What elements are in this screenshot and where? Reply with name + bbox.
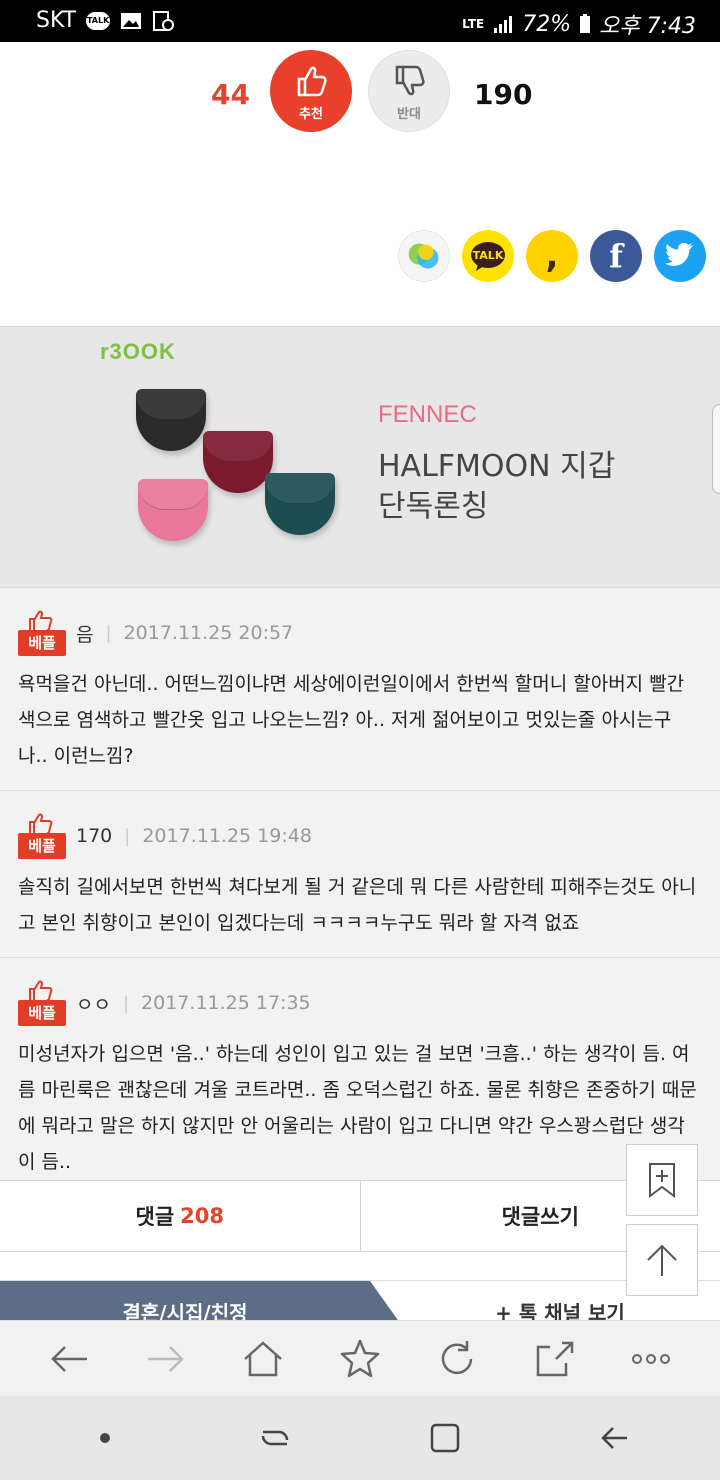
arrow-up-icon <box>647 1244 677 1276</box>
best-comment-label: 베플 <box>18 1000 66 1026</box>
facebook-share-button[interactable]: f <box>590 230 642 282</box>
wallet-image <box>138 479 208 541</box>
upvote-count: 44 <box>211 78 250 111</box>
comments-label: 댓글 <box>135 1205 175 1229</box>
best-comment-label: 베플 <box>18 630 66 656</box>
comment-author[interactable]: 음 <box>76 620 93 647</box>
network-type: LTE <box>462 17 485 31</box>
comment-author[interactable]: ㅇㅇ <box>76 990 111 1017</box>
comment-action-bar: 댓글 208 댓글쓰기 <box>0 1180 720 1252</box>
thumbs-down-icon <box>395 65 425 95</box>
bookmark-add-icon <box>649 1163 675 1198</box>
best-comment-badge: 베플 <box>18 980 66 1026</box>
scroll-top-button[interactable] <box>626 1224 698 1296</box>
wallet-image <box>203 431 273 493</box>
star-icon[interactable] <box>338 1337 382 1381</box>
home-button-icon[interactable] <box>427 1420 463 1456</box>
more-options-icon[interactable] <box>629 1337 673 1381</box>
thumbs-up-icon <box>29 610 53 632</box>
divider: | <box>122 992 130 1014</box>
clock: 오후 7:43 <box>599 14 696 39</box>
ad-subtitle: 단독론칭 <box>378 489 489 524</box>
share-bar: TALK , f <box>398 230 706 282</box>
back-button-icon[interactable] <box>597 1420 633 1456</box>
wallet-image <box>136 389 206 451</box>
back-arrow-icon[interactable] <box>47 1337 91 1381</box>
comment-date: 2017.11.25 17:35 <box>141 992 311 1014</box>
scroll-handle[interactable] <box>712 404 720 494</box>
recent-apps-icon[interactable] <box>257 1420 293 1456</box>
comment-date: 2017.11.25 20:57 <box>123 622 294 644</box>
wallet-image <box>265 473 335 535</box>
best-comment-label: 베플 <box>18 833 66 859</box>
band-share-button[interactable] <box>398 230 450 282</box>
twitter-share-button[interactable] <box>654 230 706 282</box>
downvote-count: 190 <box>474 78 533 111</box>
divider: | <box>105 622 112 644</box>
view-comments-button[interactable]: 댓글 208 <box>0 1181 360 1251</box>
ad-brand: FENNEC <box>378 401 477 428</box>
refresh-icon[interactable] <box>435 1337 479 1381</box>
downvote-label: 반대 <box>397 106 421 122</box>
comment-date: 2017.11.25 19:48 <box>142 825 312 847</box>
thumbs-up-icon <box>29 980 53 1002</box>
forward-arrow-icon[interactable] <box>144 1337 188 1381</box>
twitter-icon <box>664 242 693 266</box>
comment-text: 욕먹을건 아닌데.. 어떤느낌이냐면 세상에이런일이에서 한번씩 할머니 할아버… <box>18 673 685 767</box>
divider: | <box>124 825 131 847</box>
comment-item: 베플 음 | 2017.11.25 20:57 욕먹을건 아닌데.. 어떤느낌이… <box>0 588 720 791</box>
signal-icon <box>492 14 514 34</box>
write-comment-label: 댓글쓰기 <box>501 1205 579 1229</box>
band-icon <box>408 243 439 269</box>
thumbs-up-icon <box>29 813 53 835</box>
best-comments-list: 베플 음 | 2017.11.25 20:57 욕먹을건 아닌데.. 어떤느낌이… <box>0 588 720 1196</box>
kakaotalk-label: TALK <box>472 248 504 262</box>
ad-logo: r3OOK <box>100 339 176 364</box>
screenshot-notification-icon <box>152 10 175 31</box>
comment-text: 솔직히 길에서보면 한번씩 쳐다보게 될 거 같은데 뭐 다른 사람한테 피해주… <box>18 876 697 934</box>
status-bar: SKT TALK LTE 72% 오후 7:43 <box>0 0 720 42</box>
ad-title: HALFMOON 지갑 <box>378 449 616 484</box>
comment-text: 미성년자가 입으면 '음..' 하는데 성인이 입고 있는 걸 보면 '크흠..… <box>18 1043 697 1173</box>
best-comment-badge: 베플 <box>18 813 66 859</box>
comments-count: 208 <box>180 1204 224 1228</box>
carrier-label: SKT <box>36 8 77 33</box>
home-icon[interactable] <box>241 1337 285 1381</box>
comment-item: 베플 170 | 2017.11.25 19:48 솔직히 길에서보면 한번씩 … <box>0 791 720 958</box>
gallery-notification-icon <box>120 11 142 31</box>
upvote-button[interactable]: 추천 <box>270 50 352 132</box>
vote-section: 44 추천 반대 190 <box>0 42 720 147</box>
upvote-label: 추천 <box>299 106 323 122</box>
browser-toolbar <box>0 1320 720 1396</box>
ad-banner[interactable]: r3OOK FENNEC HALFMOON 지갑 단독론칭 <box>0 326 720 588</box>
share-icon[interactable] <box>532 1337 576 1381</box>
add-bookmark-button[interactable] <box>626 1144 698 1216</box>
dot-indicator-icon[interactable] <box>87 1420 123 1456</box>
comment-item: 베플 ㅇㅇ | 2017.11.25 17:35 미성년자가 입으면 '음..'… <box>0 958 720 1196</box>
kakaostory-share-button[interactable]: , <box>526 230 578 282</box>
thumbs-up-icon <box>297 66 327 96</box>
downvote-button[interactable]: 반대 <box>368 50 450 132</box>
battery-percent: 72% <box>522 11 572 37</box>
battery-icon <box>579 14 591 34</box>
facebook-icon: f <box>609 237 623 275</box>
kakaostory-icon: , <box>545 236 559 276</box>
tab-category[interactable]: 결혼/시집/친정 <box>0 1281 400 1322</box>
kakaotalk-share-button[interactable]: TALK <box>462 230 514 282</box>
kakaotalk-notification-icon: TALK <box>86 11 111 30</box>
channel-tabs: 결혼/시집/친정 + 톡 채널 보기 <box>0 1280 720 1322</box>
system-navigation-bar <box>0 1396 720 1480</box>
comment-author[interactable]: 170 <box>76 825 112 847</box>
best-comment-badge: 베플 <box>18 610 66 656</box>
